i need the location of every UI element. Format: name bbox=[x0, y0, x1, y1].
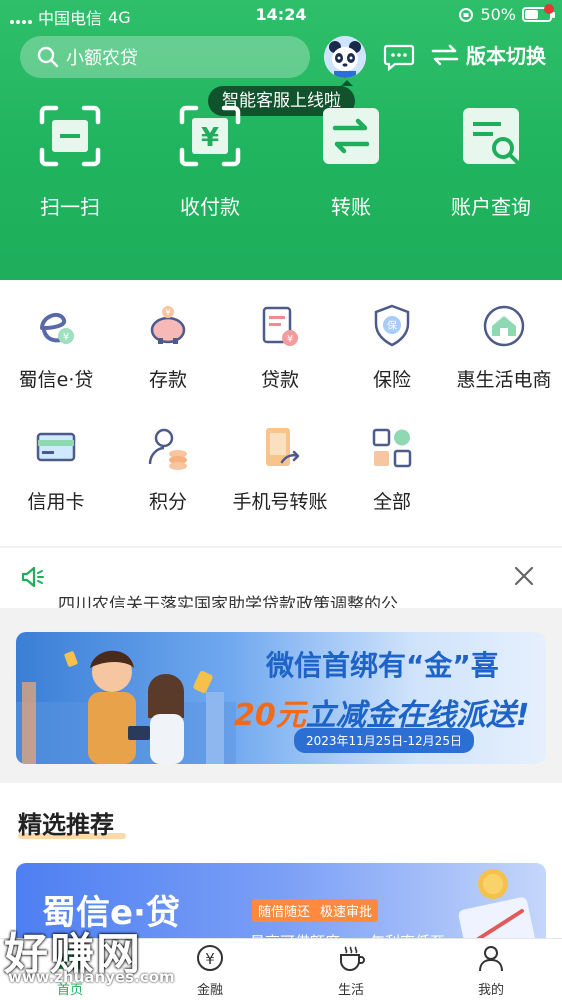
svg-text:¥: ¥ bbox=[201, 123, 219, 153]
watermark-url: www.zhuanyes.com bbox=[8, 968, 175, 986]
status-bar: 中国电信 4G 14:24 50% bbox=[0, 0, 562, 30]
card-tag: 随借随还 bbox=[252, 899, 317, 922]
quick-account-query-button[interactable]: 账户查询 bbox=[436, 104, 546, 220]
service-all[interactable]: 全部 bbox=[336, 424, 448, 514]
rotation-lock-icon bbox=[459, 7, 474, 22]
service-label: 蜀信e·贷 bbox=[18, 369, 94, 391]
payment-icon: ¥ bbox=[179, 105, 241, 167]
profile-icon bbox=[479, 946, 503, 972]
version-switch-label: 版本切换 bbox=[466, 44, 546, 68]
search-placeholder: 小额农贷 bbox=[66, 48, 138, 69]
life-cup-icon bbox=[340, 946, 365, 971]
promo-banner[interactable]: 微信首绑有“金”喜 20元立减金在线派送! 2023年11月25日-12月25日 bbox=[16, 632, 546, 764]
notification-dot bbox=[544, 4, 554, 14]
tab-profile[interactable]: 我的 bbox=[451, 943, 531, 998]
quick-label: 收付款 bbox=[180, 195, 240, 219]
assistant-avatar[interactable] bbox=[324, 36, 366, 78]
close-icon[interactable] bbox=[514, 566, 534, 586]
quick-scan-button[interactable]: 扫一扫 bbox=[15, 104, 125, 220]
tab-life[interactable]: 生活 bbox=[311, 943, 391, 998]
service-loan[interactable]: ¥ 贷款 bbox=[224, 302, 336, 392]
battery-percent: 50% bbox=[480, 5, 516, 24]
quick-payment-button[interactable]: ¥ 收付款 bbox=[155, 104, 265, 220]
all-grid-icon bbox=[372, 428, 412, 468]
message-icon[interactable] bbox=[383, 42, 415, 72]
tab-label: 我的 bbox=[477, 983, 504, 998]
search-input[interactable]: 小额农贷 bbox=[20, 36, 310, 78]
service-label: 惠生活电商 bbox=[456, 369, 552, 391]
quick-label: 账户查询 bbox=[451, 195, 531, 219]
banner-illustration bbox=[16, 650, 236, 764]
svg-text:¥: ¥ bbox=[165, 308, 170, 317]
quick-transfer-button[interactable]: 转账 bbox=[296, 104, 406, 220]
service-label: 积分 bbox=[148, 491, 187, 513]
banner-area: 微信首绑有“金”喜 20元立减金在线派送! 2023年11月25日-12月25日 bbox=[0, 608, 562, 783]
svg-text:¥: ¥ bbox=[287, 334, 293, 345]
service-ecommerce[interactable]: 惠生活电商 bbox=[448, 302, 560, 392]
e-loan-icon: ¥ bbox=[40, 312, 74, 344]
service-label: 贷款 bbox=[260, 369, 299, 391]
quick-label: 转账 bbox=[331, 195, 371, 219]
service-label: 保险 bbox=[372, 369, 411, 391]
service-phone-transfer[interactable]: 手机号转账 bbox=[224, 424, 336, 514]
quick-label: 扫一扫 bbox=[40, 195, 100, 219]
service-deposit[interactable]: ¥ 存款 bbox=[112, 302, 224, 392]
section-title: 精选推荐 bbox=[18, 811, 114, 839]
search-icon bbox=[37, 46, 59, 68]
service-points[interactable]: 积分 bbox=[112, 424, 224, 514]
tab-label: 生活 bbox=[337, 983, 364, 998]
card-tag: 极速审批 bbox=[314, 899, 379, 922]
svg-text:保: 保 bbox=[387, 319, 397, 332]
panda-icon bbox=[324, 36, 366, 78]
loan-icon: ¥ bbox=[262, 306, 298, 346]
tab-label: 金融 bbox=[196, 983, 223, 998]
svg-text:¥: ¥ bbox=[63, 332, 69, 343]
service-label: 信用卡 bbox=[27, 491, 85, 513]
service-label: 手机号转账 bbox=[232, 491, 328, 513]
phone-transfer-icon bbox=[266, 428, 300, 466]
service-label: 存款 bbox=[148, 369, 187, 391]
ecommerce-icon bbox=[483, 305, 525, 347]
finance-icon: ¥ bbox=[197, 945, 223, 971]
service-grid: ¥ 蜀信e·贷 ¥ 存款 ¥ 贷款 保 保险 惠生活电商 信用卡 积分 手机号转… bbox=[0, 280, 562, 546]
banner-date: 2023年11月25日-12月25日 bbox=[294, 728, 474, 753]
service-label: 全部 bbox=[372, 491, 411, 513]
header: 中国电信 4G 14:24 50% 小额农贷 版本切换 智能客服上线啦 扫一扫 … bbox=[0, 0, 562, 280]
credit-card-icon bbox=[36, 432, 76, 462]
banner-headline: 微信首绑有“金”喜 bbox=[266, 649, 499, 682]
transfer-icon bbox=[323, 108, 379, 164]
switch-arrows-icon bbox=[431, 44, 459, 65]
points-icon bbox=[148, 428, 187, 470]
piggy-bank-icon: ¥ bbox=[150, 306, 186, 344]
tab-finance[interactable]: ¥ 金融 bbox=[170, 943, 250, 998]
scan-icon bbox=[39, 105, 101, 167]
service-e-loan[interactable]: ¥ 蜀信e·贷 bbox=[0, 302, 112, 392]
service-credit-card[interactable]: 信用卡 bbox=[0, 424, 112, 514]
insurance-shield-icon: 保 bbox=[374, 304, 410, 347]
service-insurance[interactable]: 保 保险 bbox=[336, 302, 448, 392]
version-switch-button[interactable]: 版本切换 bbox=[430, 40, 546, 69]
account-query-icon bbox=[463, 108, 519, 164]
banner-amount: 20元 bbox=[234, 698, 306, 733]
app-screen: 中国电信 4G 14:24 50% 小额农贷 版本切换 智能客服上线啦 扫一扫 … bbox=[0, 0, 562, 1000]
speaker-icon bbox=[21, 566, 44, 588]
notice-bar[interactable]: 四川农信关于落实国家助学贷款政策调整的公 bbox=[0, 548, 562, 615]
svg-text:¥: ¥ bbox=[205, 950, 215, 968]
